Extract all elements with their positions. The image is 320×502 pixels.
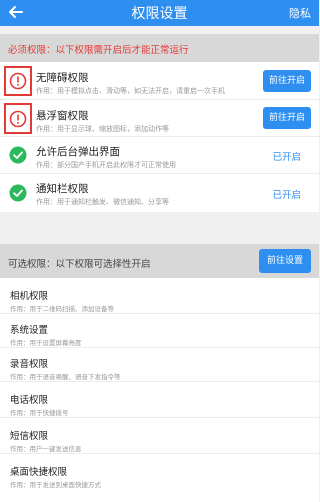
permission-desc: 作用：用于发送到桌面快捷方式 [10, 481, 101, 489]
permission-name: 电话权限 [10, 395, 49, 406]
optional-item-desktop-shortcut[interactable]: 桌面快捷权限 作用：用于发送到桌面快捷方式 [0, 460, 319, 490]
highlight-box [4, 103, 32, 134]
permission-name: 悬浮窗权限 [36, 110, 89, 122]
permission-name: 相机权限 [10, 291, 49, 302]
permission-desc: 作用：用于显示球、缩放图标，添加动作等 [36, 125, 169, 133]
permission-desc: 作用：用于快捷拨号 [10, 409, 69, 417]
optional-item-recording[interactable]: 录音权限 作用：用于语音唤醒、语音下发指令等 [0, 352, 319, 382]
required-permissions-list: 无障碍权限 作用：用于模拟点击、滑动等，如无法开启，请重启一次手机 前往开启 悬… [0, 62, 319, 212]
permission-name: 录音权限 [10, 359, 49, 370]
optional-permissions-banner: 可选权限：以下权限可选择性开启 前往设置 [0, 244, 319, 278]
permission-row-accessibility: 无障碍权限 作用：用于模拟点击、滑动等，如无法开启，请重启一次手机 前往开启 [0, 62, 319, 100]
go-settings-button[interactable]: 前往设置 [259, 249, 311, 273]
required-permissions-banner: 必须权限：以下权限需开启后才能正常运行 [0, 34, 319, 62]
go-enable-button[interactable]: 前往开启 [263, 107, 311, 129]
highlight-box [4, 66, 32, 96]
enabled-status: 已开启 [272, 152, 301, 163]
optional-item-camera[interactable]: 相机权限 作用：用于二维码扫描、添加设备等 [0, 284, 319, 314]
permission-desc: 作用：用于二维码扫描、添加设备等 [10, 305, 114, 313]
permission-desc: 作用：用户一键发送信息 [10, 445, 82, 453]
page-title: 权限设置 [131, 6, 188, 22]
permission-desc: 作用：部分国产手机开启此权限才可正常使用 [36, 161, 176, 169]
permission-name: 通知栏权限 [36, 183, 89, 195]
permission-row-overlay: 悬浮窗权限 作用：用于显示球、缩放图标，添加动作等 前往开启 [0, 100, 319, 137]
go-enable-button[interactable]: 前往开启 [263, 70, 311, 92]
enabled-status: 已开启 [272, 190, 301, 201]
permission-name: 桌面快捷权限 [10, 467, 68, 478]
privacy-link[interactable]: 隐私 [289, 5, 311, 21]
permission-name: 系统设置 [10, 325, 49, 336]
optional-item-sms[interactable]: 短信权限 作用：用户一键发送信息 [0, 424, 319, 454]
permission-desc: 作用：用于设置屏幕亮度 [10, 339, 82, 347]
permission-row-notification: 通知栏权限 作用：用于通知栏触发、微信通知、分享等 已开启 [0, 174, 319, 212]
permission-name: 允许后台弹出界面 [36, 146, 120, 158]
optional-banner-text: 可选权限：以下权限可选择性开启 [8, 259, 151, 270]
optional-item-system-settings[interactable]: 系统设置 作用：用于设置屏幕亮度 [0, 318, 319, 348]
optional-permissions-list: 相机权限 作用：用于二维码扫描、添加设备等 系统设置 作用：用于设置屏幕亮度 录… [0, 278, 319, 502]
permission-name: 短信权限 [10, 431, 49, 442]
permission-row-background-popup: 允许后台弹出界面 作用：部分国产手机开启此权限才可正常使用 已开启 [0, 137, 319, 174]
top-bar: 权限设置 隐私 [0, 0, 319, 26]
permission-desc: 作用：用于模拟点击、滑动等，如无法开启，请重启一次手机 [36, 87, 225, 95]
permission-desc: 作用：用于通知栏触发、微信通知、分享等 [36, 198, 169, 206]
permission-name: 无障碍权限 [36, 72, 89, 84]
optional-item-phone[interactable]: 电话权限 作用：用于快捷拨号 [0, 388, 319, 418]
check-circle-icon [9, 146, 27, 164]
check-circle-icon [9, 184, 27, 202]
permission-desc: 作用：用于语音唤醒、语音下发指令等 [10, 373, 121, 381]
